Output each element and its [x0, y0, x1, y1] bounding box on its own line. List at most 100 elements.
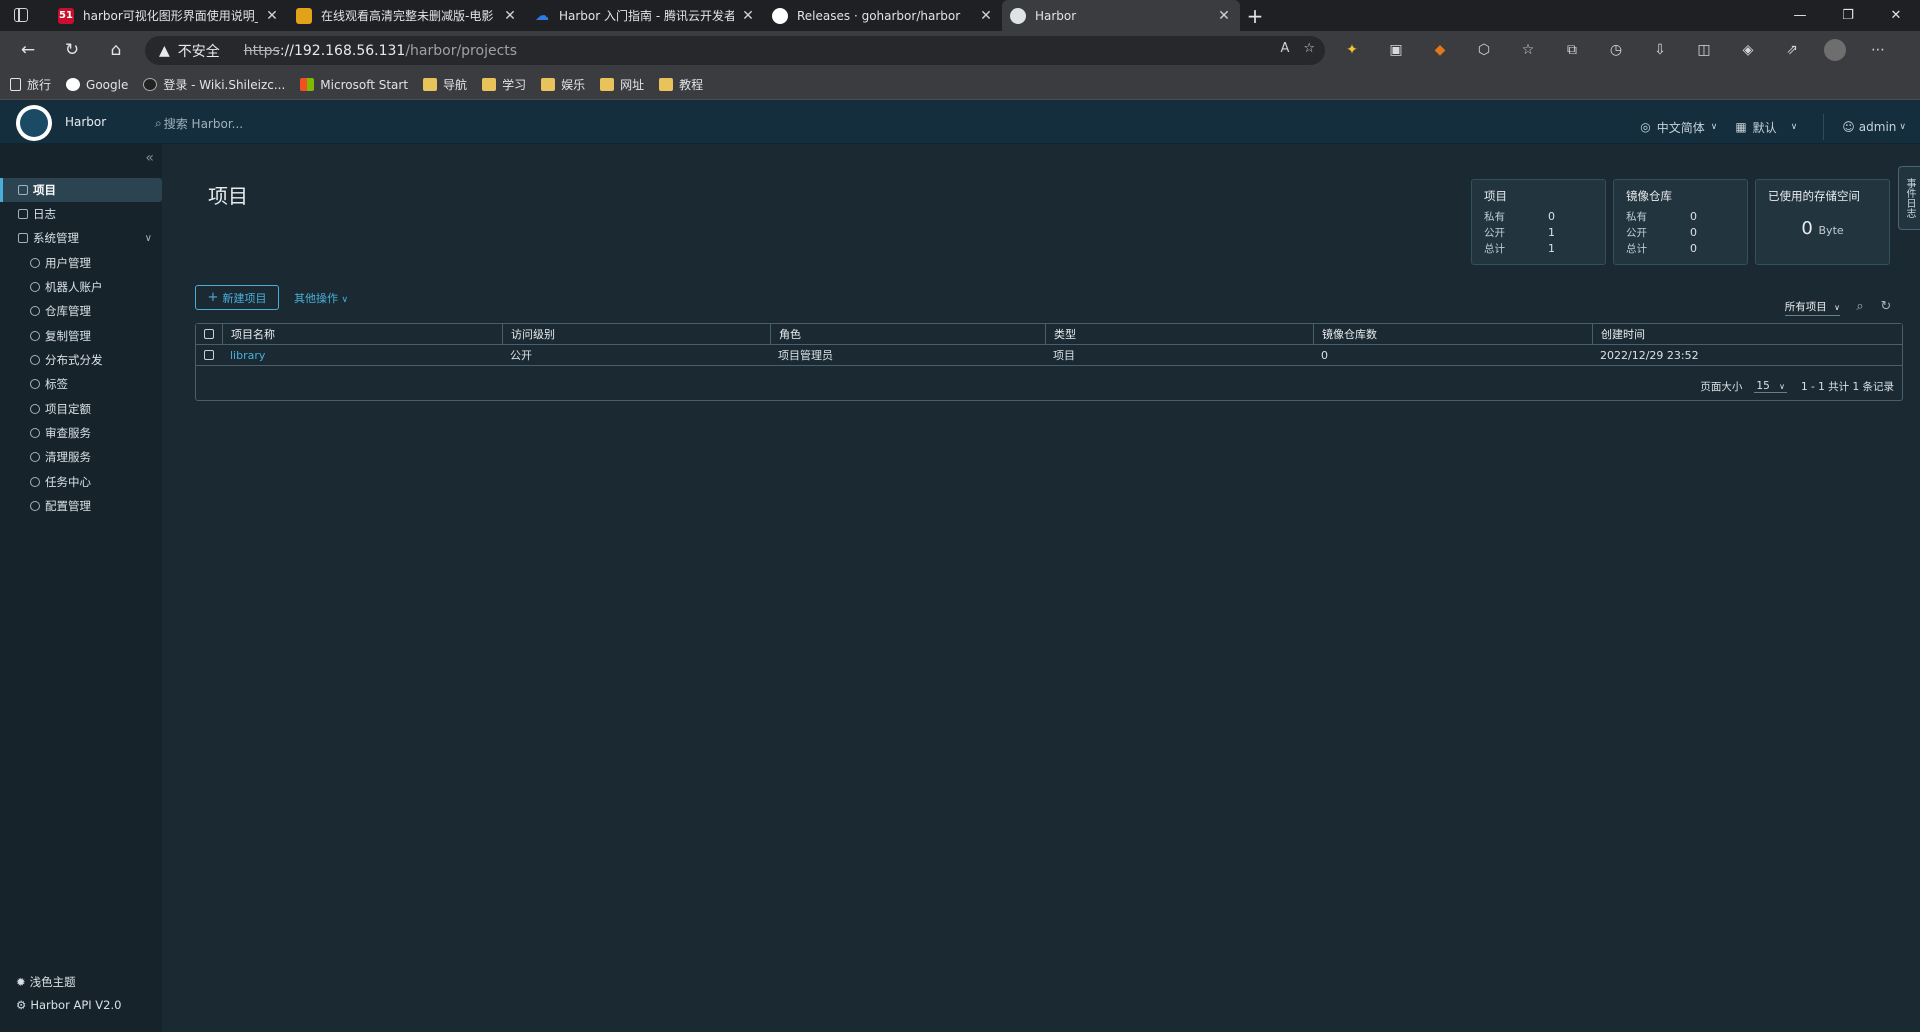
sidebar-item-administration[interactable]: 系统管理 ∨ — [0, 226, 162, 250]
sidebar-subitem-interrogation[interactable]: 审查服务 — [0, 421, 162, 445]
harbor-header: Harbor ⌕ 搜索 Harbor... ◎ 中文简体 ∨ ▦ 默认 ∨ ☺ … — [0, 101, 1920, 144]
search-input[interactable]: 搜索 Harbor... — [164, 115, 243, 132]
downloads-icon[interactable]: ⇩ — [1648, 39, 1672, 61]
card-row-value: 0 — [1690, 225, 1697, 239]
language-label: 中文简体 — [1656, 120, 1705, 135]
tab-actions-icon[interactable] — [14, 8, 28, 22]
window-close-icon[interactable]: ✕ — [1872, 0, 1920, 31]
project-name-link[interactable]: library — [222, 345, 502, 365]
tab-close-icon[interactable]: ✕ — [502, 8, 518, 24]
share-icon[interactable]: ⇗ — [1780, 39, 1804, 61]
bookmark-folder[interactable]: 娱乐 — [541, 76, 585, 93]
tab-close-icon[interactable]: ✕ — [740, 8, 756, 24]
harbor-logo[interactable] — [16, 105, 52, 141]
sidebar-item-projects[interactable]: 项目 — [0, 178, 162, 202]
row-checkbox[interactable] — [204, 350, 214, 360]
history-icon[interactable]: ◷ — [1604, 39, 1628, 61]
tab-close-icon[interactable]: ✕ — [1216, 8, 1232, 24]
card-row: 私有 0 — [1484, 208, 1593, 224]
browser-tab[interactable]: 在线观看高清完整未删减版-电影 ✕ — [288, 0, 526, 31]
column-header-created[interactable]: 创建时间 — [1592, 324, 1902, 344]
bookmark-folder[interactable]: 导航 — [423, 76, 467, 93]
card-row-label: 总计 — [1626, 242, 1647, 255]
sidebar-subitem-clean-up[interactable]: 清理服务 — [0, 445, 162, 469]
read-aloud-icon[interactable]: A — [1280, 41, 1289, 56]
windows-icon — [300, 78, 315, 91]
home-icon[interactable]: ⌂ — [102, 38, 130, 62]
sidebar-subitem-job-service[interactable]: 任务中心 — [0, 470, 162, 494]
extension-fox-icon[interactable]: ◆ — [1428, 39, 1452, 61]
scheme-selector[interactable]: ▦ 默认 ∨ — [1735, 119, 1797, 136]
new-project-button[interactable]: + 新建项目 — [195, 285, 279, 310]
column-header-access[interactable]: 访问级别 — [502, 324, 770, 344]
sidebar-subitem-labels[interactable]: 标签 — [0, 372, 162, 396]
chevron-down-icon: ∨ — [144, 232, 152, 244]
collections-icon[interactable]: ⧉ — [1560, 39, 1584, 61]
brand-name[interactable]: Harbor — [65, 115, 106, 129]
sidebar-subitem-distributions[interactable]: 分布式分发 — [0, 348, 162, 372]
project-filter-select[interactable]: 所有项目 ∨ — [1784, 299, 1840, 316]
bookmark[interactable]: Google — [66, 78, 128, 92]
tab-close-icon[interactable]: ✕ — [264, 8, 280, 24]
robot-icon — [30, 282, 40, 292]
other-actions-dropdown[interactable]: 其他操作 ∨ — [294, 290, 348, 306]
browser-tab[interactable]: ☁ Harbor 入门指南 - 腾讯云开发者 ✕ — [526, 0, 764, 31]
sidebar-item-logs[interactable]: 日志 — [0, 202, 162, 226]
warning-icon[interactable]: ▲ — [159, 43, 170, 59]
event-log-tab[interactable]: 事件日志 — [1898, 166, 1920, 230]
favorite-add-icon[interactable]: ☆ — [1303, 41, 1315, 56]
sidebar-subitem-quotas[interactable]: 项目定额 — [0, 397, 162, 421]
security-label[interactable]: 不安全 — [178, 41, 220, 61]
performance-icon[interactable]: ◈ — [1736, 39, 1760, 61]
refresh-icon[interactable]: ↻ — [1878, 298, 1894, 314]
browser-tab[interactable]: 51 harbor可视化图形界面使用说明_ ✕ — [50, 0, 288, 31]
column-header-role[interactable]: 角色 — [770, 324, 1045, 344]
extension-icon[interactable]: ▣ — [1384, 39, 1408, 61]
bookmark-label: 网址 — [620, 78, 645, 92]
new-tab-icon[interactable]: + — [1240, 0, 1270, 31]
collapse-sidebar-icon[interactable]: « — [145, 150, 154, 166]
screenshot-icon[interactable]: ◫ — [1692, 39, 1716, 61]
favorites-icon[interactable]: ☆ — [1516, 39, 1540, 61]
page-title: 项目 — [208, 184, 248, 208]
extension-icon[interactable]: ✦ — [1340, 39, 1364, 61]
column-header-repo-count[interactable]: 镜像仓库数 — [1313, 324, 1592, 344]
card-row-value: 0 — [1548, 209, 1555, 223]
back-icon[interactable]: ← — [14, 38, 42, 62]
language-selector[interactable]: ◎ 中文简体 ∨ — [1640, 119, 1717, 136]
user-menu[interactable]: ☺ admin ∨ — [1842, 120, 1906, 134]
folder-icon — [600, 78, 615, 91]
bookmark[interactable]: Microsoft Start — [300, 78, 408, 92]
browser-tab-active[interactable]: Harbor ✕ — [1002, 0, 1240, 31]
main-content: 项目 项目 私有 0 公开 1 总计 1 镜像仓库 私有 0 公开 0 总计 0 已使用的存… — [162, 144, 1920, 1032]
tab-close-icon[interactable]: ✕ — [978, 8, 994, 24]
bookmark-folder[interactable]: 教程 — [659, 76, 703, 93]
more-icon[interactable]: ⋯ — [1866, 39, 1890, 61]
sidebar-subitem-registries[interactable]: 仓库管理 — [0, 299, 162, 323]
refresh-icon[interactable]: ↻ — [58, 38, 86, 62]
bookmark-folder[interactable]: 学习 — [482, 76, 526, 93]
sidebar-subitem-robot-accounts[interactable]: 机器人账户 — [0, 275, 162, 299]
column-header-type[interactable]: 类型 — [1045, 324, 1313, 344]
page-size-select[interactable]: 15 ∨ — [1754, 380, 1787, 393]
extensions-icon[interactable]: ⬡ — [1472, 39, 1496, 61]
bookmark-folder[interactable]: 网址 — [600, 76, 644, 93]
url-bar[interactable]: ▲ 不安全 https://192.168.56.131/harbor/proj… — [145, 36, 1325, 65]
sidebar-subitem-configuration[interactable]: 配置管理 — [0, 494, 162, 518]
theme-toggle[interactable]: ✹ 浅色主题 — [16, 974, 76, 990]
chevron-down-icon: ∨ — [341, 295, 349, 305]
card-row-value: 1 — [1548, 225, 1555, 239]
profile-avatar[interactable] — [1824, 39, 1846, 61]
restore-icon[interactable]: ❐ — [1824, 0, 1872, 31]
column-header-name[interactable]: 项目名称 — [222, 324, 502, 344]
global-search[interactable]: ⌕ 搜索 Harbor... — [155, 115, 243, 132]
sidebar-subitem-replications[interactable]: 复制管理 — [0, 324, 162, 348]
bookmark[interactable]: 旅行 — [10, 76, 51, 93]
search-icon[interactable]: ⌕ — [1852, 298, 1868, 314]
select-all-checkbox[interactable] — [204, 329, 214, 339]
api-link[interactable]: ⚙ Harbor API V2.0 — [16, 998, 121, 1012]
bookmark[interactable]: 登录 - Wiki.Shileizc... — [143, 76, 285, 93]
browser-tab[interactable]: Releases · goharbor/harbor ✕ — [764, 0, 1002, 31]
sidebar-subitem-users[interactable]: 用户管理 — [0, 251, 162, 275]
minimize-icon[interactable]: — — [1776, 0, 1824, 31]
